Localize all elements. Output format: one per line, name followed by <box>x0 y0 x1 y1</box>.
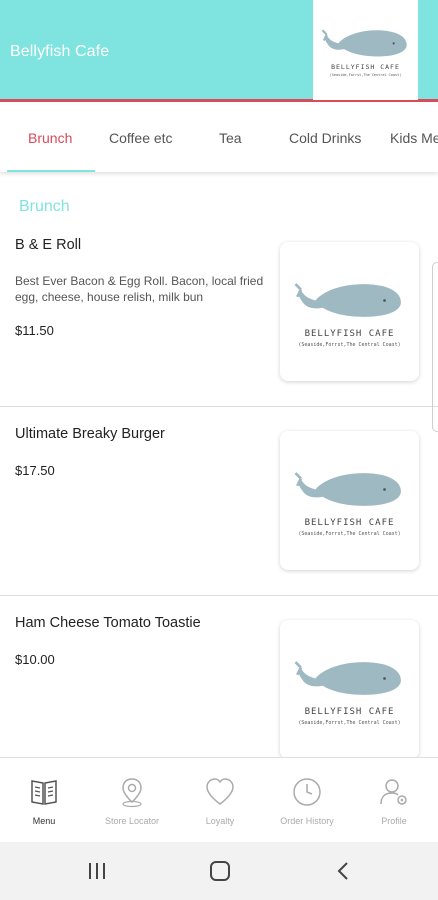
bellyfish-logo: BELLYFISH CAFE (Seaside,Forrst,The Centr… <box>321 23 411 77</box>
logo-brand-text: BELLYFISH CAFE <box>304 329 395 339</box>
clock-icon <box>291 775 323 809</box>
item-price: $10.00 <box>15 652 55 667</box>
tab-cold-drinks[interactable]: Cold Drinks <box>289 130 361 146</box>
logo-brand-text: BELLYFISH CAFE <box>331 63 400 71</box>
whale-icon <box>293 472 401 506</box>
menu-book-icon <box>29 775 59 809</box>
header-logo: BELLYFISH CAFE (Seaside,Forrst,The Centr… <box>313 0 418 100</box>
logo-brand-text: BELLYFISH CAFE <box>304 518 395 528</box>
whale-icon <box>293 283 401 317</box>
location-pin-icon <box>117 775 147 809</box>
nav-loyalty[interactable]: Loyalty <box>176 758 264 843</box>
item-image[interactable]: BELLYFISH CAFE (Seaside,Forrst,The Centr… <box>280 620 419 759</box>
tab-kids-menu[interactable]: Kids Me <box>390 130 438 146</box>
system-navigation-bar <box>0 842 438 900</box>
bellyfish-logo: BELLYFISH CAFE (Seaside,Forrst,The Centr… <box>291 653 409 726</box>
whale-icon <box>293 661 401 695</box>
menu-item[interactable]: B & E Roll Best Ever Bacon & Egg Roll. B… <box>0 226 438 406</box>
nav-order-history-label: Order History <box>280 816 334 826</box>
bottom-navigation: Menu Store Locator Loyalty Order History <box>0 757 438 842</box>
nav-menu[interactable]: Menu <box>0 758 88 843</box>
nav-profile[interactable]: Profile <box>350 758 438 843</box>
logo-tagline: (Seaside,Forrst,The Central Coast) <box>298 720 401 726</box>
tab-tea[interactable]: Tea <box>219 130 242 146</box>
nav-loyalty-label: Loyalty <box>205 816 235 826</box>
nav-profile-label: Profile <box>381 816 407 826</box>
item-name: Ham Cheese Tomato Toastie <box>15 615 201 631</box>
menu-item[interactable]: Ham Cheese Tomato Toastie $10.00 BELLYFI… <box>0 604 438 759</box>
nav-menu-label: Menu <box>32 816 56 826</box>
scroll-indicator[interactable] <box>432 262 438 432</box>
item-image[interactable]: BELLYFISH CAFE (Seaside,Forrst,The Centr… <box>280 242 419 381</box>
bellyfish-logo: BELLYFISH CAFE (Seaside,Forrst,The Centr… <box>291 464 409 537</box>
profile-gear-icon <box>378 775 410 809</box>
item-image[interactable]: BELLYFISH CAFE (Seaside,Forrst,The Centr… <box>280 431 419 570</box>
item-divider <box>0 595 438 596</box>
whale-icon <box>321 29 407 57</box>
section-title: Brunch <box>19 198 70 215</box>
tab-coffee-etc[interactable]: Coffee etc <box>109 130 173 146</box>
logo-tagline: (Seaside,Forrst,The Central Coast) <box>298 531 401 537</box>
bellyfish-logo: BELLYFISH CAFE (Seaside,Forrst,The Centr… <box>291 275 409 348</box>
nav-store-locator[interactable]: Store Locator <box>88 758 176 843</box>
active-tab-indicator <box>7 170 95 172</box>
item-divider <box>0 406 438 407</box>
item-name: B & E Roll <box>15 237 82 253</box>
logo-tagline: (Seaside,Forrst,The Central Coast) <box>329 73 402 77</box>
home-icon[interactable] <box>207 858 233 884</box>
menu-item[interactable]: Ultimate Breaky Burger $17.50 BELLYFISH … <box>0 415 438 595</box>
category-tabs: Brunch Coffee etc Tea Cold Drinks Kids M… <box>0 105 438 172</box>
item-name: Ultimate Breaky Burger <box>15 426 165 442</box>
back-icon[interactable] <box>330 858 356 884</box>
logo-tagline: (Seaside,Forrst,The Central Coast) <box>298 342 401 348</box>
nav-order-history[interactable]: Order History <box>263 758 351 843</box>
item-price: $11.50 <box>15 323 54 338</box>
item-price: $17.50 <box>15 463 55 478</box>
item-description: Best Ever Bacon & Egg Roll. Bacon, local… <box>15 274 264 304</box>
heart-icon <box>204 775 236 809</box>
app-title: Bellyfish Cafe <box>10 43 110 60</box>
tab-brunch[interactable]: Brunch <box>28 130 72 146</box>
nav-store-locator-label: Store Locator <box>104 816 160 826</box>
recent-apps-icon[interactable] <box>84 858 110 884</box>
logo-brand-text: BELLYFISH CAFE <box>304 707 395 717</box>
app-header: Bellyfish Cafe BELLYFISH CAFE (Seaside,F… <box>0 0 438 102</box>
